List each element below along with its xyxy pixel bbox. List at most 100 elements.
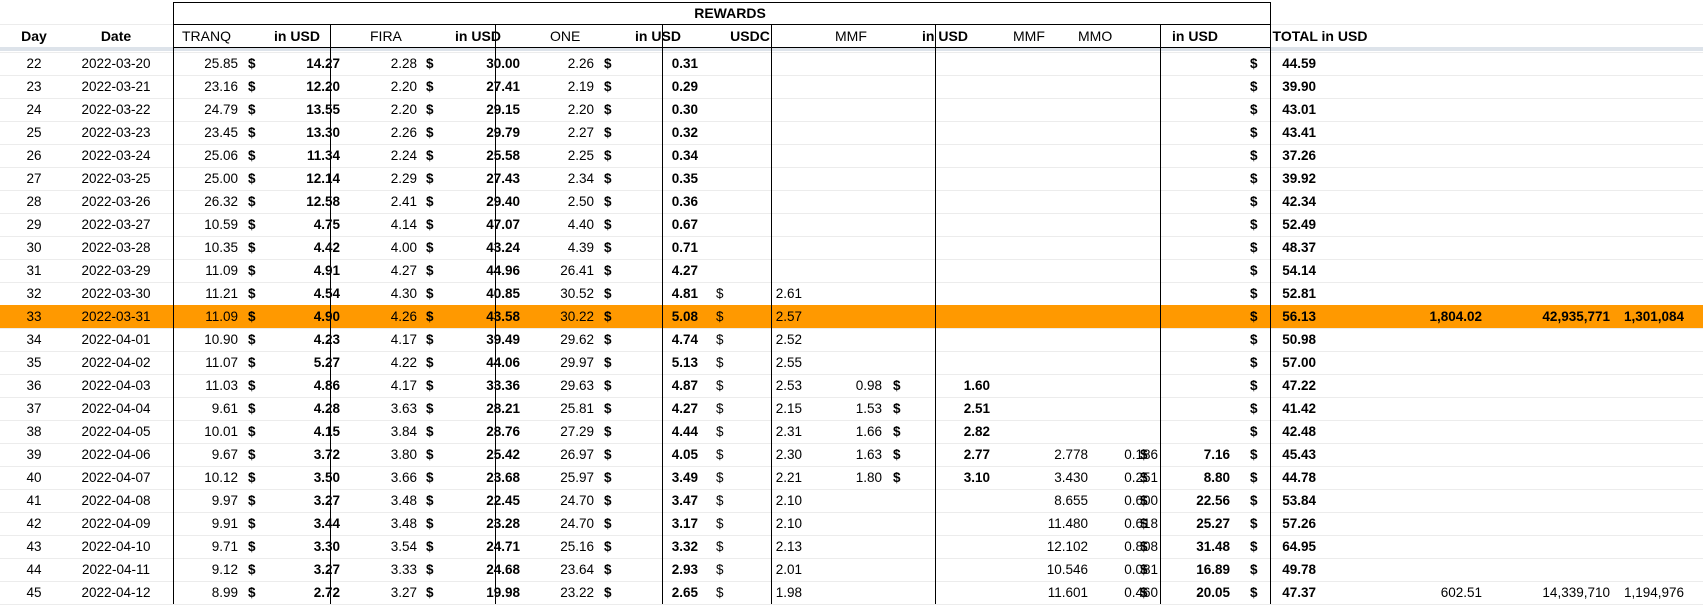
cell-one[interactable]: 25.81 (530, 397, 594, 420)
cell-mmf1-usd[interactable]: 2.51 (905, 397, 990, 420)
cell-one[interactable]: 4.39 (530, 236, 594, 259)
cell-one-usd[interactable]: 4.05 (618, 443, 698, 466)
cell-usdc[interactable]: 2.52 (722, 328, 802, 351)
cell-date[interactable]: 2022-03-24 (62, 144, 170, 167)
cell-total[interactable]: 52.49 (1260, 213, 1316, 236)
cell-tranq[interactable]: 9.61 (172, 397, 238, 420)
cell-day[interactable]: 41 (16, 489, 52, 512)
cell-one-usd[interactable]: 3.49 (618, 466, 698, 489)
cell-one[interactable]: 2.34 (530, 167, 594, 190)
cell-tranq[interactable]: 9.71 (172, 535, 238, 558)
cell-tranq[interactable]: 9.67 (172, 443, 238, 466)
cell-mmf2[interactable]: 3.430 (1010, 466, 1088, 489)
cell-fira[interactable]: 3.54 (360, 535, 417, 558)
cell-date[interactable]: 2022-03-27 (62, 213, 170, 236)
cell-fira-usd[interactable]: 25.42 (440, 443, 520, 466)
cell-mmf1[interactable]: 1.53 (830, 397, 882, 420)
cell-date[interactable]: 2022-04-04 (62, 397, 170, 420)
cell-mmf2[interactable]: 11.601 (1010, 581, 1088, 604)
cell-tranq-usd[interactable]: 13.30 (260, 121, 340, 144)
cell-fira[interactable]: 3.33 (360, 558, 417, 581)
cell-fira-usd[interactable]: 25.58 (440, 144, 520, 167)
cell-tranq[interactable]: 11.09 (172, 259, 238, 282)
cell-one[interactable]: 2.27 (530, 121, 594, 144)
cell-tranq-usd[interactable]: 13.55 (260, 98, 340, 121)
cell-one[interactable]: 2.19 (530, 75, 594, 98)
cell-tranq[interactable]: 10.01 (172, 420, 238, 443)
cell-day[interactable]: 37 (16, 397, 52, 420)
cell-date[interactable]: 2022-03-31 (62, 305, 170, 328)
cell-one-usd[interactable]: 5.13 (618, 351, 698, 374)
cell-one-usd[interactable]: 0.35 (618, 167, 698, 190)
cell-tranq[interactable]: 26.32 (172, 190, 238, 213)
cell-one[interactable]: 30.52 (530, 282, 594, 305)
cell-fira[interactable]: 4.30 (360, 282, 417, 305)
cell-mm2-usd[interactable]: 25.27 (1160, 512, 1230, 535)
cell-total[interactable]: 45.43 (1260, 443, 1316, 466)
cell-day[interactable]: 33 (16, 305, 52, 328)
column-header-one[interactable]: ONE (550, 25, 600, 48)
cell-one[interactable]: 29.97 (530, 351, 594, 374)
cell-fira[interactable]: 4.17 (360, 328, 417, 351)
cell-one[interactable]: 30.22 (530, 305, 594, 328)
cell-fira-usd[interactable]: 39.49 (440, 328, 520, 351)
cell-usdc[interactable]: 2.10 (722, 489, 802, 512)
cell-day[interactable]: 22 (16, 52, 52, 75)
cell-total[interactable]: 53.84 (1260, 489, 1316, 512)
cell-fira-usd[interactable]: 28.76 (440, 420, 520, 443)
cell-one-usd[interactable]: 0.34 (618, 144, 698, 167)
cell-one-usd[interactable]: 0.32 (618, 121, 698, 144)
cell-total[interactable]: 41.42 (1260, 397, 1316, 420)
cell-total[interactable]: 57.26 (1260, 512, 1316, 535)
cell-tranq[interactable]: 9.97 (172, 489, 238, 512)
cell-one[interactable]: 2.26 (530, 52, 594, 75)
cell-fira-usd[interactable]: 28.21 (440, 397, 520, 420)
cell-mmf1[interactable]: 0.98 (830, 374, 882, 397)
cell-day[interactable]: 43 (16, 535, 52, 558)
cell-date[interactable]: 2022-04-03 (62, 374, 170, 397)
column-header-total[interactable]: TOTAL in USD (1272, 25, 1368, 48)
column-header-day[interactable]: Day (16, 25, 52, 48)
cell-fira[interactable]: 2.41 (360, 190, 417, 213)
cell-tranq-usd[interactable]: 12.20 (260, 75, 340, 98)
cell-tranq-usd[interactable]: 12.58 (260, 190, 340, 213)
cell-fira[interactable]: 3.63 (360, 397, 417, 420)
cell-total[interactable]: 43.01 (1260, 98, 1316, 121)
cell-fira[interactable]: 4.14 (360, 213, 417, 236)
cell-day[interactable]: 44 (16, 558, 52, 581)
cell-usdc[interactable]: 1.98 (722, 581, 802, 604)
cell-fira-usd[interactable]: 29.40 (440, 190, 520, 213)
cell-usdc[interactable]: 2.31 (722, 420, 802, 443)
cell-fira[interactable]: 4.00 (360, 236, 417, 259)
cell-mmf2[interactable]: 8.655 (1010, 489, 1088, 512)
cell-fira[interactable]: 4.27 (360, 259, 417, 282)
cell-fira-usd[interactable]: 43.58 (440, 305, 520, 328)
cell-day[interactable]: 25 (16, 121, 52, 144)
cell-total[interactable]: 52.81 (1260, 282, 1316, 305)
cell-one[interactable]: 2.50 (530, 190, 594, 213)
column-header-mmf1[interactable]: MMF (835, 25, 885, 48)
cell-fira[interactable]: 2.28 (360, 52, 417, 75)
cell-usdc[interactable]: 2.13 (722, 535, 802, 558)
cell-tranq[interactable]: 23.45 (172, 121, 238, 144)
cell-fira[interactable]: 3.27 (360, 581, 417, 604)
cell-one[interactable]: 25.97 (530, 466, 594, 489)
cell-one[interactable]: 26.97 (530, 443, 594, 466)
cell-total[interactable]: 42.48 (1260, 420, 1316, 443)
cell-total[interactable]: 57.00 (1260, 351, 1316, 374)
cell-one[interactable]: 2.25 (530, 144, 594, 167)
cell-one-usd[interactable]: 0.67 (618, 213, 698, 236)
cell-mmf2[interactable]: 11.480 (1010, 512, 1088, 535)
cell-day[interactable]: 39 (16, 443, 52, 466)
cell-fira-usd[interactable]: 24.71 (440, 535, 520, 558)
cell-tranq-usd[interactable]: 4.28 (260, 397, 340, 420)
cell-total[interactable]: 42.34 (1260, 190, 1316, 213)
cell-mm2-usd[interactable]: 8.80 (1160, 466, 1230, 489)
cell-usdc[interactable]: 2.10 (722, 512, 802, 535)
cell-tranq-usd[interactable]: 3.27 (260, 489, 340, 512)
cell-fira-usd[interactable]: 27.41 (440, 75, 520, 98)
column-header-one-usd[interactable]: in USD (628, 25, 688, 48)
cell-x2[interactable]: 42,935,771 (1510, 305, 1610, 328)
cell-fira[interactable]: 3.80 (360, 443, 417, 466)
cell-day[interactable]: 27 (16, 167, 52, 190)
